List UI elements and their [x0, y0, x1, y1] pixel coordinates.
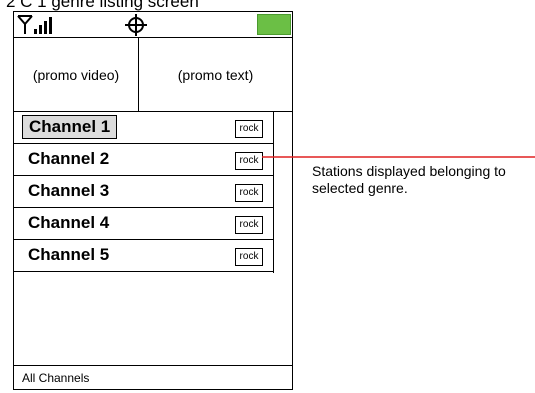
channel-name: Channel 2	[28, 149, 110, 168]
channel-row[interactable]: Channel 4 rock	[14, 208, 274, 240]
channel-row[interactable]: Channel 1 rock	[14, 112, 274, 144]
promo-text: (promo text)	[139, 38, 292, 111]
phone-frame: (promo video) (promo text) Channel 1 roc…	[13, 11, 293, 390]
crosshair-icon[interactable]	[125, 14, 147, 36]
promo-video[interactable]: (promo video)	[14, 38, 139, 111]
genre-tag: rock	[235, 184, 263, 202]
genre-tag: rock	[235, 216, 263, 234]
channel-row[interactable]: Channel 3 rock	[14, 176, 274, 208]
promo-area: (promo video) (promo text)	[14, 38, 292, 112]
annotation-text: Stations displayed belonging to selected…	[312, 163, 506, 196]
channel-name: Channel 5	[28, 245, 110, 264]
channel-name: Channel 4	[28, 213, 110, 232]
signal-bars-icon	[17, 15, 52, 34]
genre-tag: rock	[235, 152, 263, 170]
channel-row[interactable]: Channel 2 rock	[14, 144, 274, 176]
all-channels-button[interactable]: All Channels	[14, 365, 292, 389]
battery-icon	[257, 14, 291, 35]
promo-text-label: (promo text)	[177, 66, 254, 83]
channel-list: Channel 1 rock Channel 2 rock Channel 3 …	[14, 112, 274, 273]
genre-tag: rock	[235, 248, 263, 266]
genre-tag: rock	[235, 120, 263, 138]
channel-name: Channel 3	[28, 181, 110, 200]
status-bar	[14, 12, 292, 38]
channel-row[interactable]: Channel 5 rock	[14, 240, 274, 272]
callout-line	[262, 156, 535, 158]
all-channels-label: All Channels	[22, 371, 90, 385]
channel-name: Channel 1	[22, 115, 118, 139]
promo-video-label: (promo video)	[32, 66, 120, 83]
